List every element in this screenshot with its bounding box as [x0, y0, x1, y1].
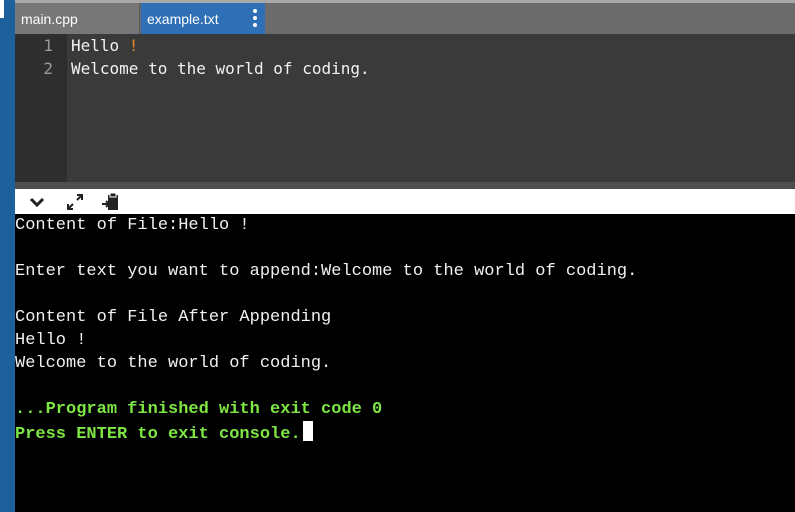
tab-label: main.cpp	[21, 11, 78, 27]
kebab-menu-icon[interactable]	[253, 9, 257, 27]
text-cursor	[302, 421, 313, 441]
tab-bar: main.cpp example.txt	[15, 0, 795, 34]
line-code: Welcome to the world of coding.	[71, 59, 370, 78]
chevron-down-icon[interactable]	[27, 192, 47, 212]
line-number: 2	[43, 59, 53, 78]
console-line: Content of File:Hello !	[15, 216, 250, 235]
console-line: Content of File After Appending	[15, 308, 332, 327]
output-console[interactable]: Content of File:Hello ! Enter text you w…	[15, 214, 795, 512]
exit-code-message: ...Program finished with exit code 0	[15, 400, 383, 419]
console-line: Enter text you want to append:Welcome to…	[15, 262, 638, 281]
paste-icon[interactable]	[101, 192, 121, 212]
left-sidebar-strip	[0, 0, 15, 512]
console-toolbar	[15, 189, 795, 214]
editor-line: 1 Hello !	[15, 34, 795, 57]
code-editor[interactable]: 1 Hello ! 2 Welcome to the world of codi…	[15, 34, 795, 182]
expand-icon[interactable]	[65, 192, 85, 212]
line-number: 1	[43, 36, 53, 55]
editor-line: 2 Welcome to the world of coding.	[15, 57, 795, 80]
tab-label: example.txt	[147, 11, 219, 27]
exit-prompt: Press ENTER to exit console.	[15, 421, 313, 444]
tab-main-cpp[interactable]: main.cpp	[15, 3, 140, 34]
console-line: Hello !	[15, 331, 87, 350]
console-line: Welcome to the world of coding.	[15, 354, 332, 373]
panel-divider[interactable]	[15, 182, 795, 189]
line-code: Hello !	[71, 36, 139, 55]
tab-example-txt[interactable]: example.txt	[141, 3, 265, 34]
sidebar-notch	[0, 0, 4, 18]
